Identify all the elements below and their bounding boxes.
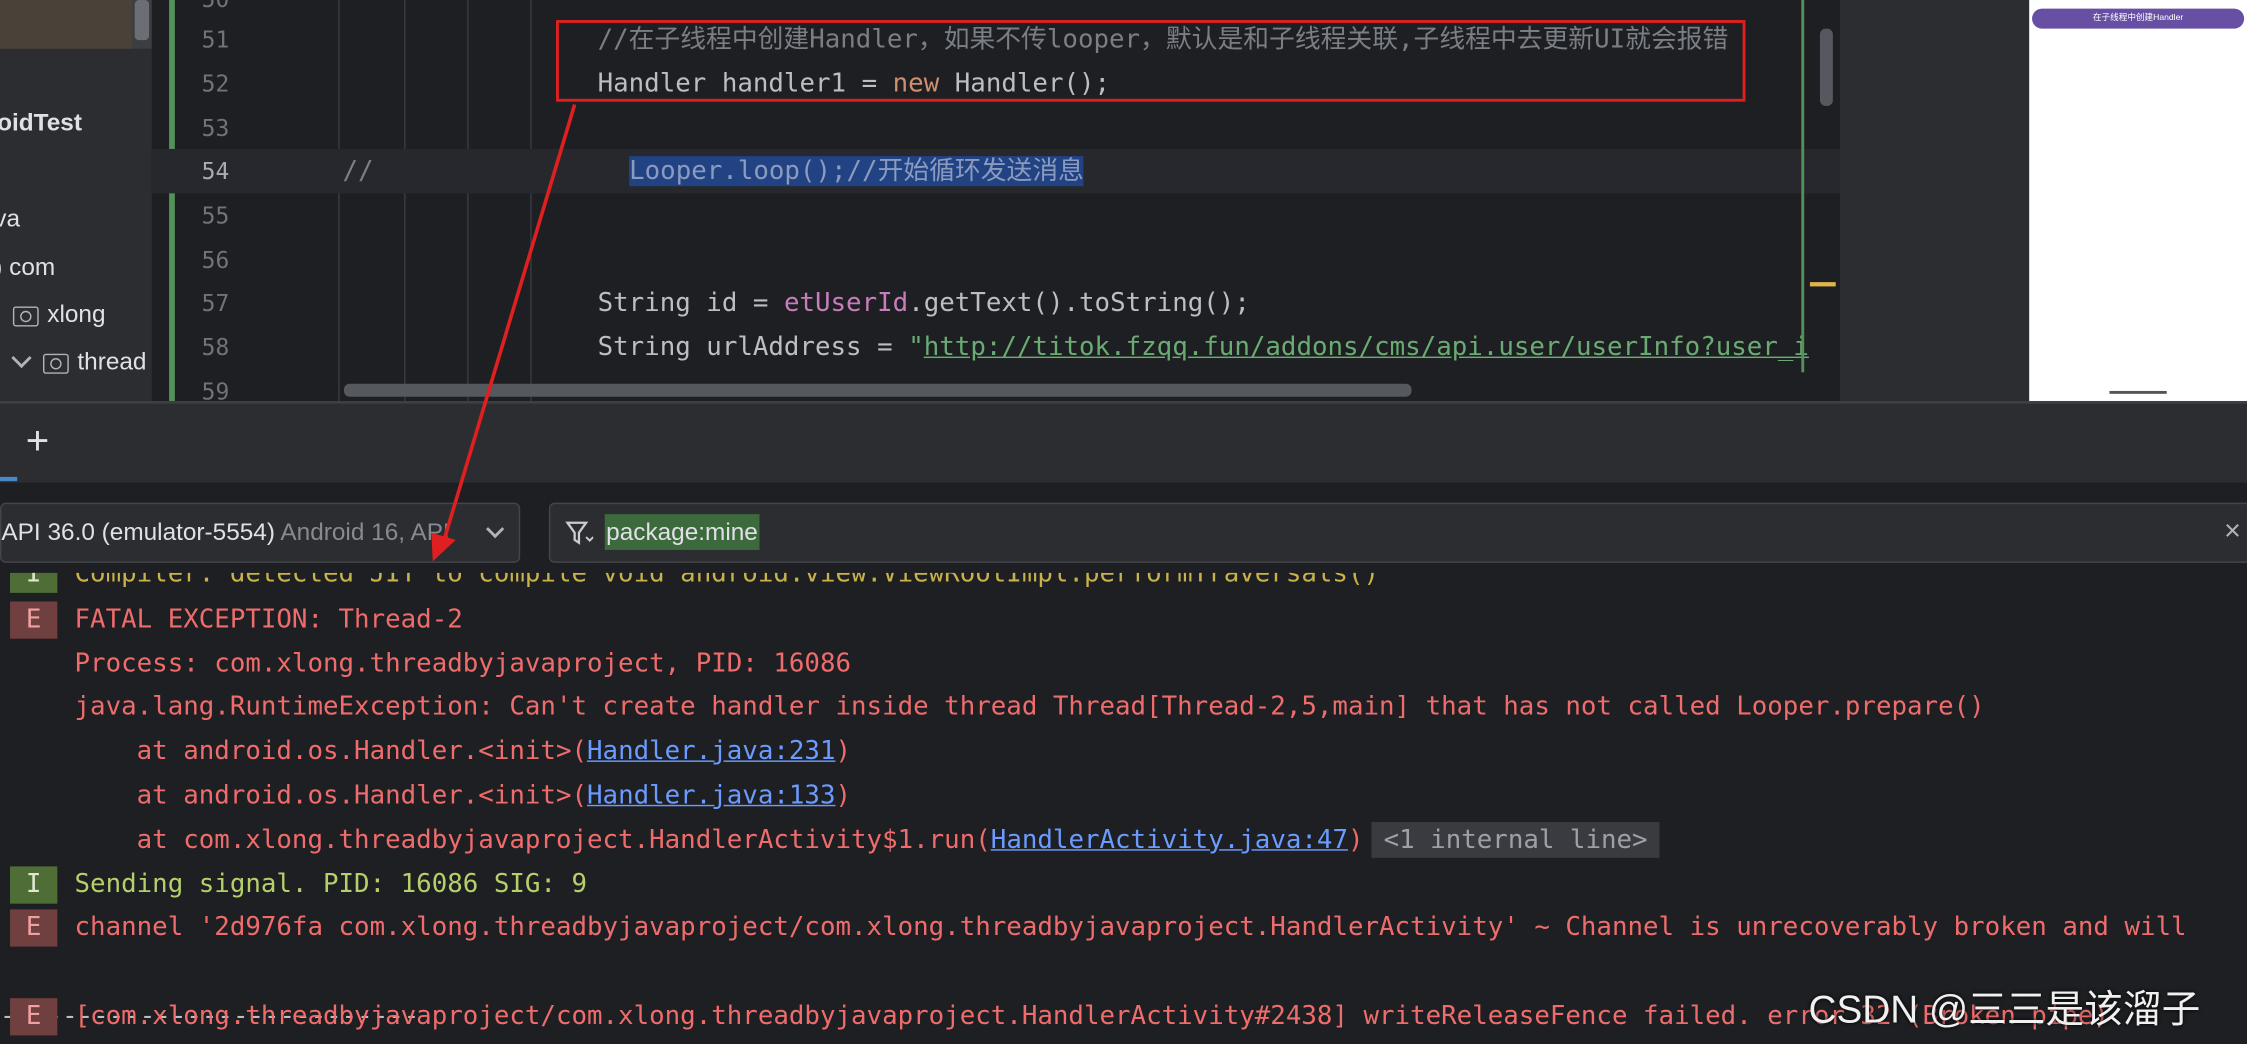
code-text: String id = etUserId.getText().toString(… <box>598 281 1250 325</box>
stack-frame: at android.os.Handler.<init>(Handler.jav… <box>75 729 852 773</box>
log-row: at android.os.Handler.<init>(Handler.jav… <box>0 729 2247 773</box>
preview-home-indicator <box>2109 390 2167 394</box>
tree-item-com-paren: ) <box>0 253 2 280</box>
log-level-badge: I <box>10 866 58 904</box>
line-number: 57 <box>201 289 230 317</box>
logcat-filter-field[interactable]: package:mine × <box>548 502 2247 563</box>
vertical-scrollbar[interactable] <box>1819 28 1833 106</box>
log-level-badge: E <box>10 601 58 639</box>
line-number: 51 <box>201 25 230 53</box>
tree-thumbnail <box>0 0 132 49</box>
stack-frame: at android.os.Handler.<init>(Handler.jav… <box>75 773 852 817</box>
stack-frame-text: at com.xlong.threadbyjavaproject.Handler… <box>74 824 991 855</box>
line-number: 58 <box>201 333 230 361</box>
tree-item-thread-label: thread <box>77 348 147 376</box>
log-row: I Compiler: detected JIT to compile void… <box>0 572 2247 596</box>
log-row: java.lang.RuntimeException: Can't create… <box>0 685 2247 729</box>
log-row: E FATAL EXCEPTION: Thread-2 <box>0 597 2247 641</box>
stack-frame-text: at android.os.Handler.<init>( <box>74 736 588 767</box>
project-root-label[interactable]: oidTest <box>0 109 82 138</box>
code-token: String id = <box>597 287 784 318</box>
code-editor[interactable]: 50 51 //在子线程中创建Handler，如果不传looper，默认是和子线… <box>151 0 1841 401</box>
preview-button[interactable]: 在子线程中创建Handler <box>2032 8 2245 29</box>
tree-item-com-label: com <box>9 253 56 281</box>
selection-text: Looper.loop();//开始循环发送消息 <box>629 156 1084 187</box>
diff-marker-bar <box>1801 0 1805 373</box>
tree-top-strip <box>0 0 152 49</box>
url-link[interactable]: http://titok.fzqq.fun/addons/cms/api.use… <box>924 332 1809 362</box>
log-message: Process: com.xlong.threadbyjavaproject, … <box>74 648 852 679</box>
chevron-down-icon[interactable] <box>485 520 505 539</box>
stack-frame-text: ) <box>835 780 852 811</box>
code-line: 55 <box>152 193 1840 237</box>
folded-lines-toggle[interactable]: <1 internal line> <box>1372 822 1660 858</box>
code-line: 57 String id = etUserId.getText().toStri… <box>152 281 1840 325</box>
device-preview: 在子线程中创建Handler <box>2029 0 2247 401</box>
log-row: E channel '2d976fa com.xlong.threadbyjav… <box>0 905 2247 949</box>
stack-frame-text: ) <box>835 736 852 767</box>
code-token: String urlAddress = <box>597 332 909 363</box>
line-number: 53 <box>201 114 230 142</box>
log-level-badge: E <box>10 998 58 1036</box>
log-message: FATAL EXCEPTION: Thread-2 <box>74 604 463 635</box>
line-number: 52 <box>201 70 230 98</box>
tree-item-xlong-label: xlong <box>47 300 106 328</box>
code-text: String urlAddress = "http://titok.fzqq.f… <box>598 325 1809 369</box>
active-tab-indicator <box>0 476 18 482</box>
code-token: .getText().toString(); <box>908 287 1250 318</box>
stack-frame: at com.xlong.threadbyjavaproject.Handler… <box>75 818 1660 862</box>
warning-marker[interactable] <box>1809 282 1836 287</box>
add-tab-button[interactable]: + <box>26 420 49 461</box>
code-line: 53 <box>152 106 1840 150</box>
tree-item-thread[interactable]: thread <box>11 347 147 377</box>
log-message: Compiler: detected JIT to compile void a… <box>74 572 1380 589</box>
source-link[interactable]: HandlerActivity.java:47 <box>991 825 1348 855</box>
tree-item-xlong[interactable]: xlong <box>12 300 106 330</box>
device-selector[interactable]: API 36.0 (emulator-5554) Android 16, API <box>0 502 521 563</box>
line-number: 59 <box>201 378 230 401</box>
device-name: API 36.0 (emulator-5554) <box>1 518 275 546</box>
filter-icon[interactable] <box>565 518 594 547</box>
filter-query[interactable]: package:mine <box>604 514 760 550</box>
log-row: Process: com.xlong.threadbyjavaproject, … <box>0 642 2247 686</box>
selected-code: Looper.loop();//开始循环发送消息 <box>629 150 1084 192</box>
tree-scrollbar[interactable] <box>134 0 150 41</box>
chevron-down-icon[interactable] <box>11 347 32 369</box>
line-number: 55 <box>201 201 230 230</box>
current-code-line: 54 // Looper.loop();//开始循环发送消息 <box>151 148 1841 194</box>
logcat-output[interactable]: I Compiler: detected JIT to compile void… <box>0 572 2247 1044</box>
field-token: etUserId <box>783 287 909 318</box>
package-folder-icon <box>42 353 69 374</box>
source-link[interactable]: Handler.java:133 <box>587 780 835 810</box>
comment-prefix: // <box>342 156 374 187</box>
log-row: at android.os.Handler.<init>(Handler.jav… <box>0 773 2247 817</box>
layout-panel <box>1840 0 2030 401</box>
log-row: I Sending signal. PID: 16086 SIG: 9 <box>0 862 2247 906</box>
code-line: 58 String urlAddress = "http://titok.fzq… <box>152 325 1840 369</box>
log-row: at com.xlong.threadbyjavaproject.Handler… <box>0 818 2247 862</box>
line-number: 54 <box>201 157 230 185</box>
string-quote: " <box>908 332 924 363</box>
package-folder-icon <box>12 305 39 326</box>
log-level-badge: E <box>10 909 58 947</box>
log-level-badge: I <box>10 572 58 593</box>
log-message: Sending signal. PID: 16086 SIG: 9 <box>74 869 588 900</box>
project-tree-panel: oidTest va ) com xlong thread <box>0 0 152 401</box>
tree-item-java[interactable]: va <box>0 205 20 234</box>
annotation-box <box>556 20 1746 102</box>
log-message: [com.xlong.threadbyjavaproject/com.xlong… <box>74 1001 2109 1032</box>
logcat-tab-bar: + <box>0 403 2247 483</box>
log-message: java.lang.RuntimeException: Can't create… <box>74 691 1985 722</box>
stack-frame-text: at android.os.Handler.<init>( <box>74 780 588 811</box>
log-message: channel '2d976fa com.xlong.threadbyjavap… <box>74 912 2187 943</box>
code-line: 56 <box>152 238 1840 282</box>
line-number: 56 <box>201 246 230 274</box>
device-api: Android 16, API <box>274 518 450 546</box>
stack-frame-text: ) <box>1347 824 1364 855</box>
tree-item-com[interactable]: ) com <box>0 253 55 282</box>
source-link[interactable]: Handler.java:231 <box>587 736 835 766</box>
horizontal-scrollbar[interactable] <box>343 383 1412 397</box>
clear-filter-icon[interactable]: × <box>2224 516 2241 549</box>
watermark: CSDN @三三是该溜子 <box>1808 988 2201 1032</box>
